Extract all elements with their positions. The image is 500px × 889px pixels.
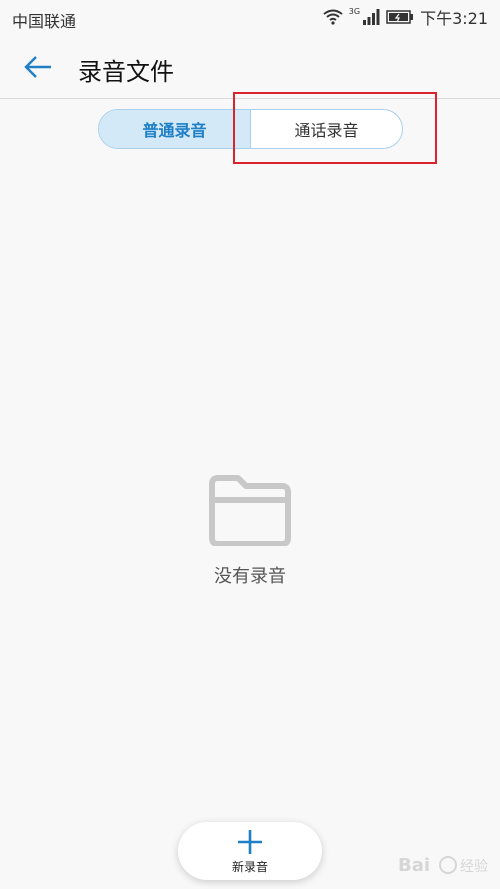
signal-icon	[363, 9, 380, 25]
status-bar: 中国联通 3G 下午3:21	[0, 0, 500, 36]
tab-call-recordings[interactable]: 通话录音	[250, 110, 402, 148]
back-button[interactable]	[20, 52, 56, 82]
network-type: 3G	[348, 6, 361, 16]
svg-text:经验: 经验	[460, 859, 488, 875]
app-bar: 录音文件	[0, 36, 500, 99]
clock: 下午3:21	[420, 9, 488, 28]
new-recording-label: 新录音	[231, 860, 268, 874]
recording-type-tabs: 普通录音 通话录音	[98, 109, 403, 149]
back-arrow-icon	[24, 56, 51, 78]
svg-text:Bai: Bai	[398, 855, 430, 876]
folder-icon	[209, 475, 291, 546]
status-icons: 3G 下午3:21	[323, 6, 488, 28]
carrier-name: 中国联通	[12, 12, 77, 31]
new-recording-button[interactable]: 新录音	[178, 822, 322, 880]
battery-icon	[386, 10, 414, 24]
page-title: 录音文件	[78, 58, 174, 86]
tab-normal-recordings[interactable]: 普通录音	[99, 110, 250, 148]
empty-state-text: 没有录音	[214, 566, 286, 587]
baidu-watermark-logo: Bai 经验	[398, 855, 488, 876]
plus-icon	[238, 830, 262, 854]
wifi-icon	[323, 9, 343, 25]
